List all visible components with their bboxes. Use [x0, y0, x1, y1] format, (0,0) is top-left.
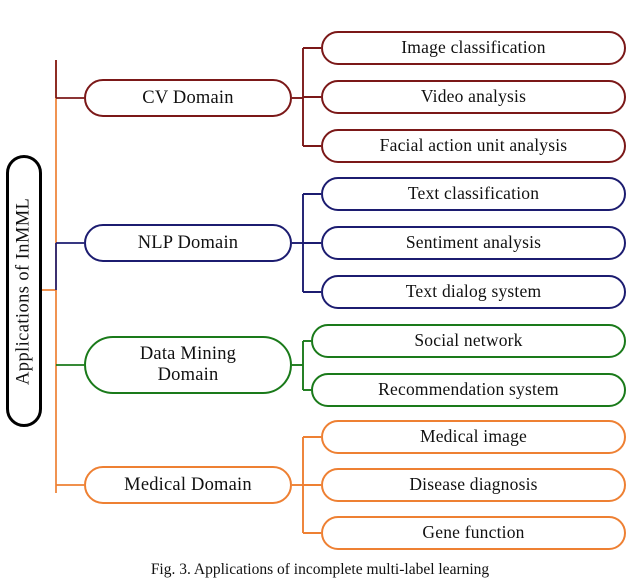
- leaf-node-label: Video analysis: [420, 86, 527, 107]
- branch-node-label-line1: Data Mining: [139, 344, 237, 365]
- leaf-node-image-classification[interactable]: Image classification: [321, 31, 626, 65]
- leaf-node-video-analysis[interactable]: Video analysis: [321, 80, 626, 114]
- branch-node-label: Medical Domain: [124, 474, 252, 495]
- root-node-label: Applications of InMML: [13, 197, 34, 385]
- leaf-node-facial-action-unit-analysis[interactable]: Facial action unit analysis: [321, 129, 626, 163]
- branch-node-label-line2: Domain: [157, 365, 219, 385]
- leaf-node-text-dialog-system[interactable]: Text dialog system: [321, 275, 626, 309]
- leaf-node-text-classification[interactable]: Text classification: [321, 177, 626, 211]
- leaf-node-label: Medical image: [419, 426, 528, 447]
- branch-node-cv-domain[interactable]: CV Domain: [84, 79, 292, 117]
- leaf-node-label: Sentiment analysis: [405, 232, 542, 253]
- branch-node-nlp-domain[interactable]: NLP Domain: [84, 224, 292, 262]
- leaf-node-recommendation-system[interactable]: Recommendation system: [311, 373, 626, 407]
- leaf-node-disease-diagnosis[interactable]: Disease diagnosis: [321, 468, 626, 502]
- leaf-node-label: Recommendation system: [378, 379, 559, 400]
- leaf-node-label: Text classification: [407, 183, 540, 204]
- leaf-node-medical-image[interactable]: Medical image: [321, 420, 626, 454]
- figure-canvas: Applications of InMML CV Domain Image cl…: [0, 0, 640, 583]
- root-node-applications-of-inmml[interactable]: Applications of InMML: [6, 155, 42, 427]
- leaf-node-label: Facial action unit analysis: [379, 135, 568, 156]
- leaf-node-gene-function[interactable]: Gene function: [321, 516, 626, 550]
- leaf-node-label: Text dialog system: [405, 281, 542, 302]
- leaf-node-label: Gene function: [422, 522, 525, 543]
- branch-node-data-mining-domain[interactable]: Data Mining Domain: [84, 336, 292, 394]
- figure-caption: Fig. 3. Applications of incomplete multi…: [150, 561, 490, 578]
- leaf-node-label: Disease diagnosis: [409, 474, 538, 495]
- leaf-node-label: Social network: [414, 330, 523, 351]
- branch-node-label: CV Domain: [142, 87, 234, 108]
- leaf-node-sentiment-analysis[interactable]: Sentiment analysis: [321, 226, 626, 260]
- leaf-node-label: Image classification: [401, 37, 546, 58]
- branch-node-medical-domain[interactable]: Medical Domain: [84, 466, 292, 504]
- leaf-node-social-network[interactable]: Social network: [311, 324, 626, 358]
- branch-node-label: NLP Domain: [137, 232, 239, 253]
